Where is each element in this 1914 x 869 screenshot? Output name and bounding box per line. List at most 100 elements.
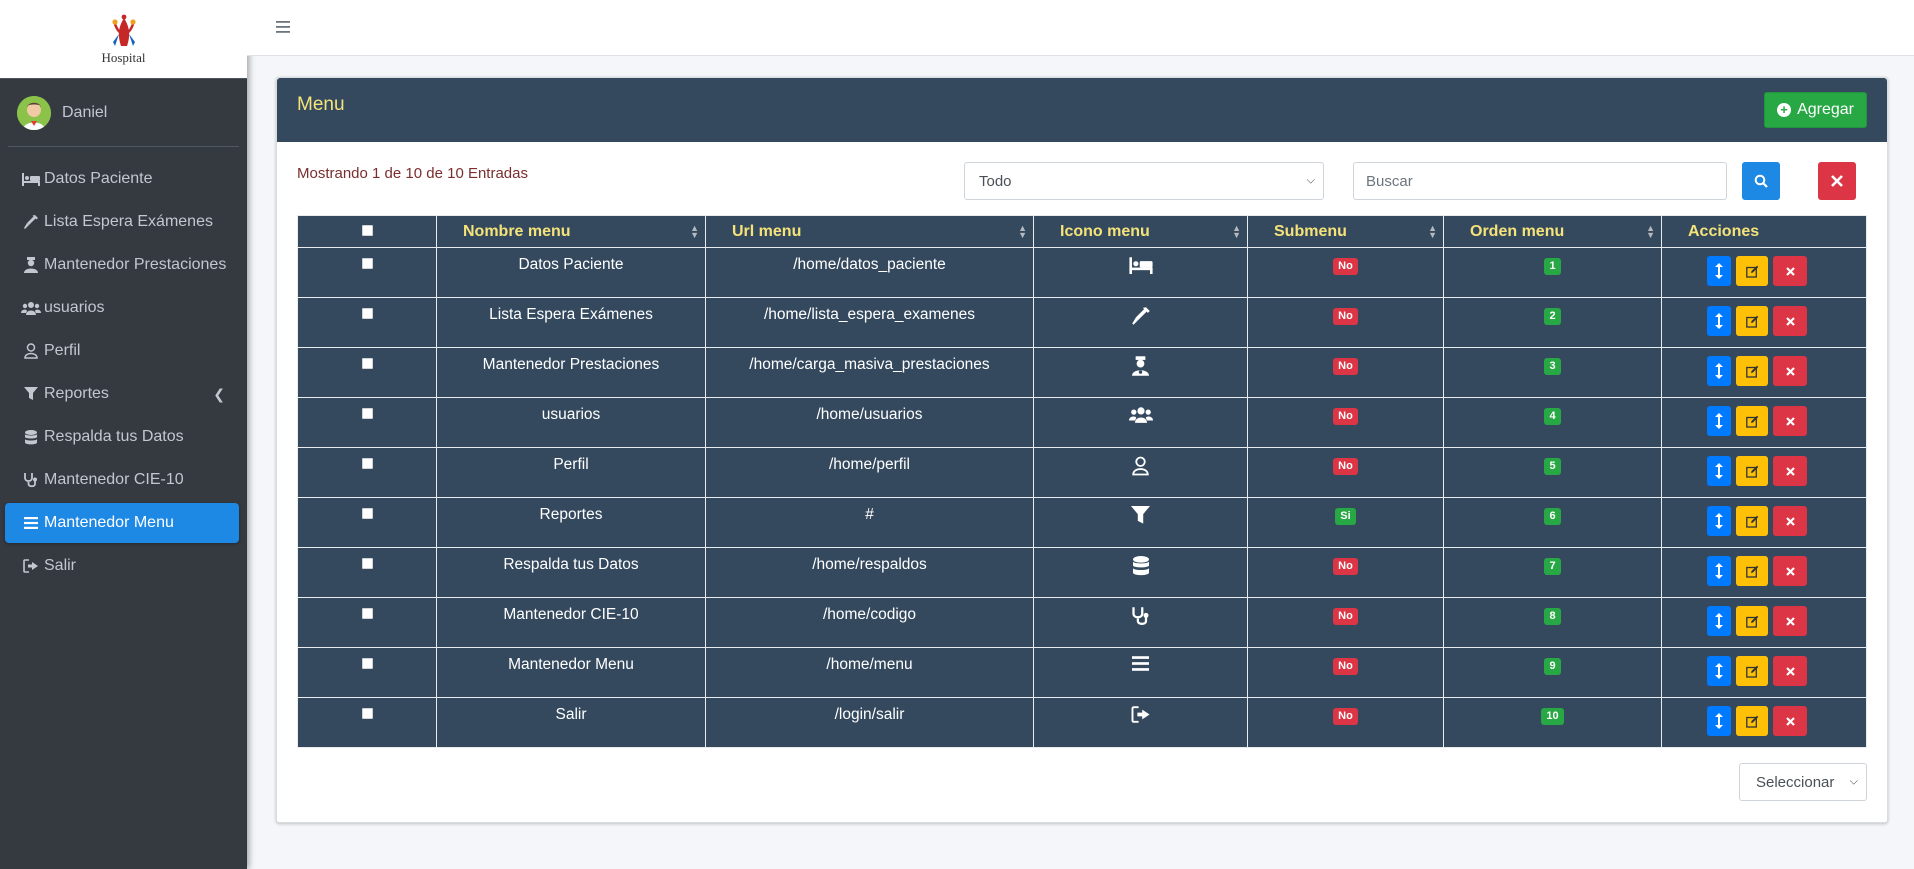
sidebar-item-mantenedor-prestaciones[interactable]: Mantenedor Prestaciones — [5, 245, 239, 285]
delete-button[interactable] — [1773, 656, 1807, 686]
move-button[interactable] — [1707, 306, 1731, 336]
cell-orden: 5 — [1443, 447, 1662, 498]
sidebar-item-mantenedor-menu[interactable]: Mantenedor Menu — [5, 503, 239, 543]
header-url[interactable]: Url menu ▲ ▼ — [705, 215, 1034, 248]
user-panel[interactable]: Daniel — [8, 79, 239, 147]
card-header: Menu + Agregar — [277, 78, 1887, 142]
move-button[interactable] — [1707, 256, 1731, 286]
row-checkbox[interactable] — [361, 458, 373, 469]
cell-submenu: Si — [1247, 497, 1444, 548]
sort-icon: ▲ ▼ — [1232, 223, 1241, 240]
row-select-cell — [297, 247, 437, 298]
row-select-cell — [297, 447, 437, 498]
row-checkbox[interactable] — [361, 508, 373, 519]
row-checkbox[interactable] — [361, 658, 373, 669]
close-icon — [1785, 516, 1795, 526]
edit-button[interactable] — [1736, 556, 1768, 586]
user-icon — [1132, 456, 1149, 476]
delete-button[interactable] — [1773, 356, 1807, 386]
row-select-cell — [297, 597, 437, 648]
cell-url: /home/respaldos — [705, 547, 1034, 598]
close-icon — [1785, 316, 1795, 326]
cell-orden: 10 — [1443, 697, 1662, 748]
delete-button[interactable] — [1773, 706, 1807, 736]
sidebar-item-cie10[interactable]: Mantenedor CIE-10 — [5, 460, 239, 500]
cell-acciones — [1661, 497, 1867, 548]
delete-button[interactable] — [1773, 406, 1807, 436]
edit-button[interactable] — [1736, 306, 1768, 336]
move-button[interactable] — [1707, 356, 1731, 386]
edit-icon — [1745, 715, 1758, 728]
move-button[interactable] — [1707, 706, 1731, 736]
edit-button[interactable] — [1736, 506, 1768, 536]
cell-orden: 3 — [1443, 347, 1662, 398]
sidebar-item-label: Salir — [44, 557, 77, 574]
page-title: Menu — [297, 94, 345, 115]
topbar — [247, 0, 1914, 56]
order-badge: 4 — [1544, 408, 1561, 425]
header-submenu[interactable]: Submenu ▲ ▼ — [1247, 215, 1444, 248]
submenu-badge: No — [1333, 708, 1358, 725]
select-all-checkbox[interactable] — [361, 224, 373, 236]
delete-button[interactable] — [1773, 556, 1807, 586]
move-button[interactable] — [1707, 406, 1731, 436]
row-checkbox[interactable] — [361, 608, 373, 619]
move-button[interactable] — [1707, 456, 1731, 486]
edit-icon — [1745, 615, 1758, 628]
cell-acciones — [1661, 297, 1867, 348]
sidebar-item-perfil[interactable]: Perfil — [5, 331, 239, 371]
brand[interactable]: Hospital — [0, 0, 247, 79]
delete-button[interactable] — [1773, 506, 1807, 536]
edit-button[interactable] — [1736, 656, 1768, 686]
row-checkbox[interactable] — [361, 558, 373, 569]
submenu-badge: No — [1333, 608, 1358, 625]
submenu-badge: No — [1333, 658, 1358, 675]
row-checkbox[interactable] — [361, 308, 373, 319]
header-nombre[interactable]: Nombre menu ▲ ▼ — [436, 215, 706, 248]
sidebar-item-usuarios[interactable]: usuarios — [5, 288, 239, 328]
sidebar-item-datos-paciente[interactable]: Datos Paciente — [5, 159, 239, 199]
edit-button[interactable] — [1736, 706, 1768, 736]
move-button[interactable] — [1707, 506, 1731, 536]
move-button[interactable] — [1707, 656, 1731, 686]
delete-button[interactable] — [1773, 606, 1807, 636]
cell-url: /login/salir — [705, 697, 1034, 748]
sidebar-item-lista-espera[interactable]: Lista Espera Exámenes — [5, 202, 239, 242]
move-button[interactable] — [1707, 556, 1731, 586]
submenu-badge: No — [1333, 308, 1358, 325]
delete-button[interactable] — [1773, 256, 1807, 286]
sidebar-item-salir[interactable]: Salir — [5, 546, 239, 586]
header-icono[interactable]: Icono menu ▲ ▼ — [1033, 215, 1248, 248]
edit-button[interactable] — [1736, 456, 1768, 486]
submenu-badge: Si — [1335, 508, 1356, 525]
row-checkbox[interactable] — [361, 258, 373, 269]
edit-button[interactable] — [1736, 406, 1768, 436]
edit-button[interactable] — [1736, 606, 1768, 636]
table-row: Perfil/home/perfil No 5 — [297, 447, 1867, 498]
filter-select[interactable]: Todo ⌵ — [964, 162, 1324, 200]
sidebar-item-respalda[interactable]: Respalda tus Datos — [5, 417, 239, 457]
add-button[interactable]: + Agregar — [1764, 92, 1867, 128]
header-orden[interactable]: Orden menu ▲ ▼ — [1443, 215, 1662, 248]
brand-name: Hospital — [101, 50, 146, 65]
edit-button[interactable] — [1736, 256, 1768, 286]
edit-button[interactable] — [1736, 356, 1768, 386]
search-input[interactable] — [1353, 162, 1727, 200]
cell-nombre: Mantenedor Menu — [436, 647, 706, 698]
row-checkbox[interactable] — [361, 708, 373, 719]
search-button[interactable] — [1742, 162, 1780, 200]
clear-search-button[interactable] — [1818, 162, 1856, 200]
hamburger-menu-icon[interactable] — [272, 16, 294, 38]
row-checkbox[interactable] — [361, 358, 373, 369]
delete-button[interactable] — [1773, 456, 1807, 486]
sidebar-item-reportes[interactable]: Reportes ❮ — [5, 374, 239, 414]
row-checkbox[interactable] — [361, 408, 373, 419]
sidebar: Hospital Daniel Datos Paciente Lista Esp — [0, 0, 247, 869]
move-button[interactable] — [1707, 606, 1731, 636]
edit-icon — [1745, 265, 1758, 278]
arrows-vertical-icon — [1715, 613, 1723, 629]
cell-url: /home/lista_espera_examenes — [705, 297, 1034, 348]
delete-button[interactable] — [1773, 306, 1807, 336]
chevron-left-icon[interactable]: ❮ — [213, 386, 225, 403]
page-select[interactable]: Seleccionar ⌵ — [1739, 763, 1867, 801]
